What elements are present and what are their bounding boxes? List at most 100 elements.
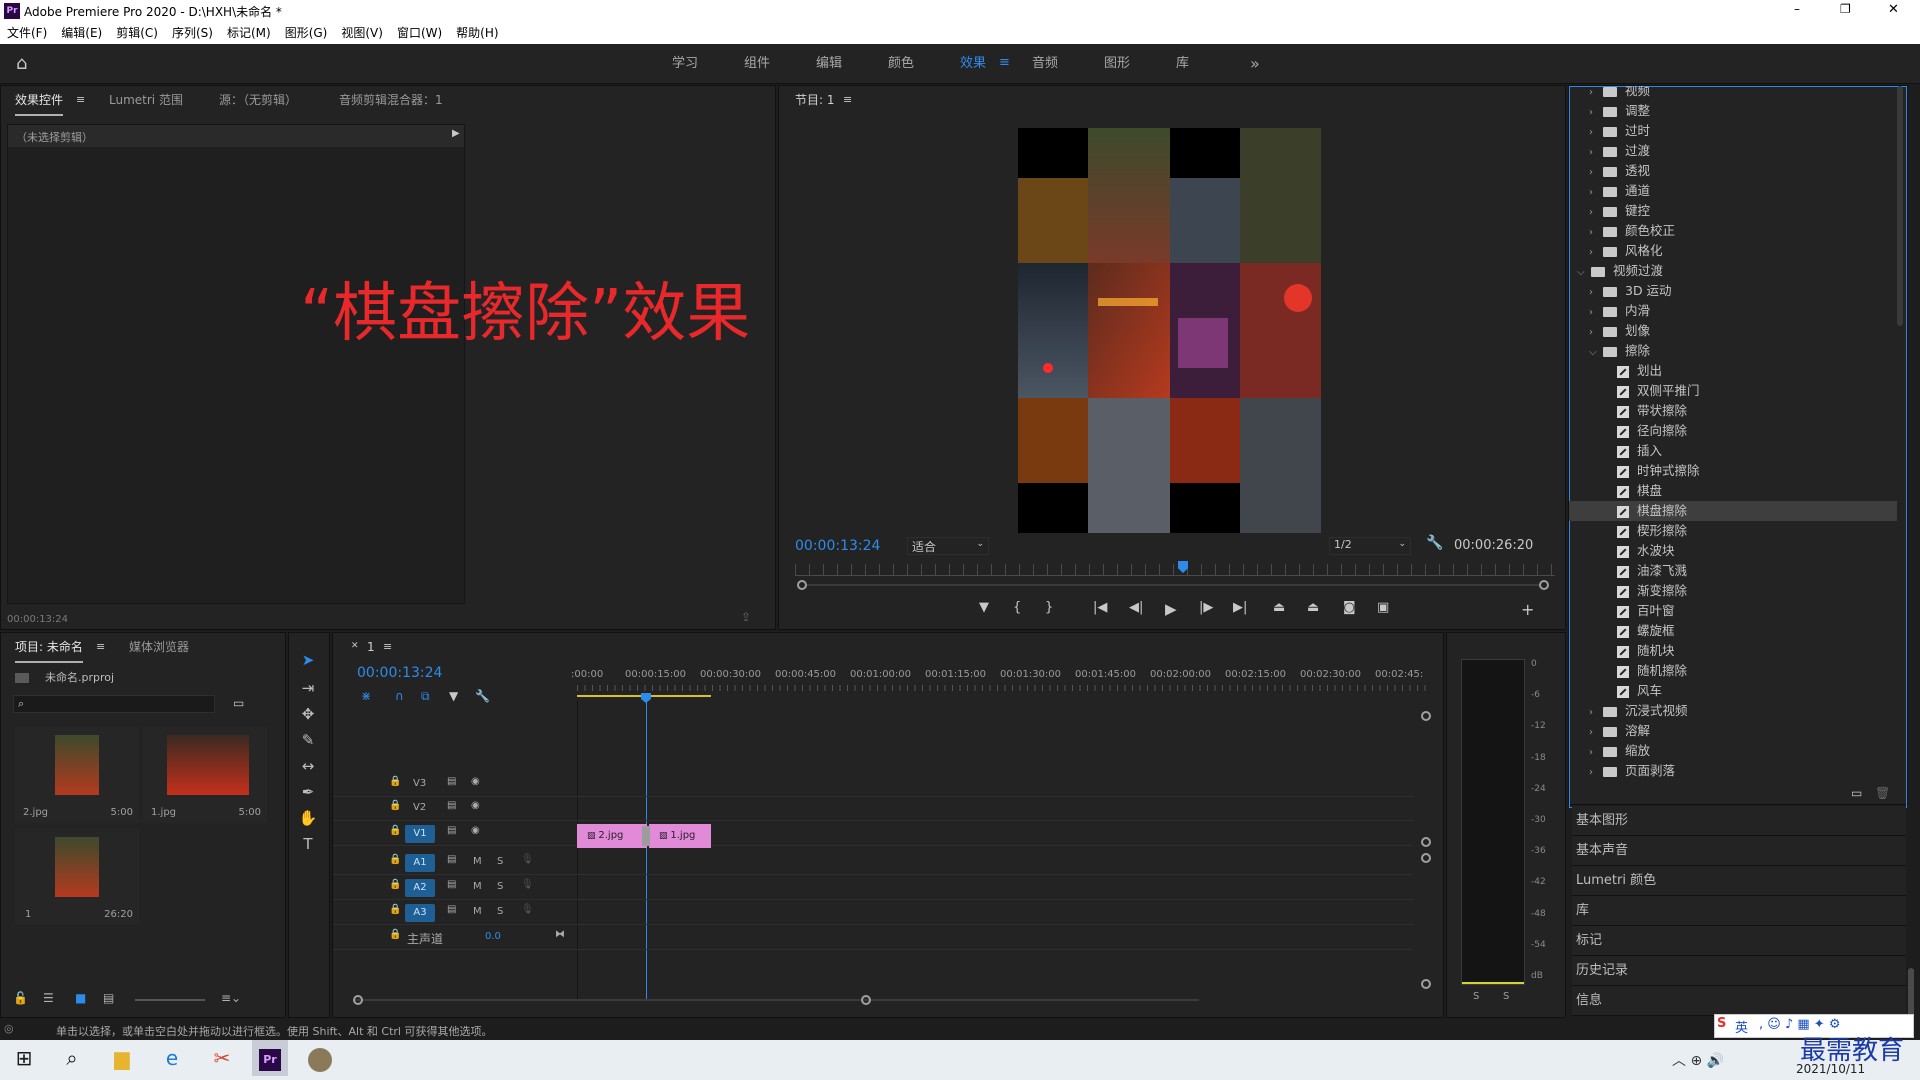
chevron-right-icon[interactable]: › (1589, 223, 1603, 243)
add-marker-icon[interactable]: ▼ (449, 689, 458, 703)
ws-more-icon[interactable]: » (1250, 44, 1260, 84)
go-to-in-icon[interactable]: |◀ (1093, 600, 1107, 615)
ws-tab-learn[interactable]: 学习 (672, 44, 698, 84)
panel-header[interactable]: 库 (1572, 896, 1906, 926)
search-icon[interactable]: ⌕ (54, 1040, 90, 1076)
tab-project[interactable]: 项目: 未命名 (15, 633, 83, 663)
hscroll-left-handle[interactable] (353, 995, 363, 1005)
sequence-menu-icon[interactable]: ≡ (383, 640, 392, 653)
new-bin-icon[interactable]: ▭ (1851, 786, 1862, 800)
chevron-right-icon[interactable]: › (1589, 723, 1603, 743)
new-bin-icon[interactable]: ▭ (233, 696, 244, 710)
solo-left-button[interactable]: S (1473, 991, 1479, 1002)
add-marker-icon[interactable]: ▼ (979, 600, 989, 615)
menu-edit[interactable]: 编辑(E) (54, 22, 109, 44)
solo-right-button[interactable]: S (1503, 991, 1509, 1002)
nest-icon[interactable]: ⋇ (361, 689, 371, 703)
tab-sequence[interactable]: 1 (367, 633, 375, 661)
effect-item[interactable]: 水波块 (1569, 541, 1897, 561)
effect-item[interactable]: 渐变擦除 (1569, 581, 1897, 601)
project-search[interactable]: ⌕ (13, 695, 215, 713)
effect-folder[interactable]: › 过时 (1569, 121, 1897, 141)
effect-folder[interactable]: › 颜色校正 (1569, 221, 1897, 241)
effect-folder[interactable]: › 风格化 (1569, 241, 1897, 261)
zoom-end-handle[interactable] (1539, 580, 1549, 590)
panel-header[interactable]: 基本图形 (1572, 806, 1906, 836)
user-app-icon[interactable] (302, 1040, 338, 1076)
mute-button[interactable]: M (473, 856, 482, 867)
zoom-slider[interactable] (135, 999, 205, 1001)
windows-start-icon[interactable]: ⊞ (6, 1040, 42, 1076)
time-ruler[interactable]: :00:00 00:00:15:00 00:00:30:00 00:00:45:… (571, 661, 1437, 701)
chevron-right-icon[interactable]: › (1589, 303, 1603, 323)
project-item-2jpg[interactable]: 2.jpg 5:00 (15, 727, 139, 823)
add-button-icon[interactable]: + (1521, 600, 1534, 619)
project-item-sequence[interactable]: 1 26:20 (15, 829, 139, 925)
premiere-taskbar-icon[interactable]: Pr (252, 1040, 288, 1076)
file-explorer-icon[interactable]: ▆ (104, 1040, 140, 1076)
effect-item[interactable]: 随机擦除 (1569, 661, 1897, 681)
icon-view-icon[interactable]: ■ (75, 991, 86, 1005)
menu-help[interactable]: 帮助(H) (449, 22, 505, 44)
chevron-right-icon[interactable]: › (1589, 143, 1603, 163)
panel-header[interactable]: 基本声音 (1572, 836, 1906, 866)
pen-tool-icon[interactable]: ✒ (296, 783, 320, 805)
effect-folder[interactable]: › 键控 (1569, 201, 1897, 221)
effect-folder[interactable]: › 视频 (1569, 86, 1897, 101)
solo-button[interactable]: S (497, 881, 503, 892)
expand-arrow-icon[interactable]: ▶ (452, 128, 460, 139)
effect-item[interactable]: 螺旋框 (1569, 621, 1897, 641)
master-volume[interactable]: 0.0 (485, 931, 501, 942)
selection-tool-icon[interactable]: ➤ (296, 651, 320, 673)
chevron-down-icon[interactable]: ⌵ (1589, 343, 1603, 363)
lock-icon[interactable]: 🔒 (389, 854, 401, 865)
clip-2jpg[interactable]: ▧ 2.jpg (577, 824, 647, 848)
snap-icon[interactable]: ∩ (395, 689, 404, 703)
lift-icon[interactable]: ⏏ (1273, 600, 1285, 615)
effect-folder[interactable]: › 划像 (1569, 321, 1897, 341)
effect-item[interactable]: 时钟式擦除 (1569, 461, 1897, 481)
mark-out-icon[interactable]: } (1045, 600, 1053, 615)
menu-clip[interactable]: 剪辑(C) (109, 22, 165, 44)
sort-icon[interactable]: ≡⌄ (221, 991, 241, 1005)
ws-tab-audio[interactable]: 音频 (1032, 44, 1058, 84)
close-sequence-icon[interactable]: ✕ (351, 641, 359, 651)
effect-folder[interactable]: ⌵ 擦除 (1569, 341, 1897, 361)
menu-window[interactable]: 窗口(W) (390, 22, 449, 44)
clock-date[interactable]: 2021/10/11 (1796, 1062, 1865, 1076)
transition-marker[interactable] (642, 826, 650, 846)
menu-graphics[interactable]: 图形(G) (278, 22, 335, 44)
sync-lock-icon[interactable]: ▤ (447, 776, 456, 787)
chevron-down-icon[interactable]: ⌵ (1577, 263, 1591, 283)
panel-header[interactable]: 历史记录 (1572, 956, 1906, 986)
program-ruler[interactable] (795, 564, 1555, 576)
effect-folder[interactable]: › 沉浸式视频 (1569, 701, 1897, 721)
effect-folder[interactable]: › 3D 运动 (1569, 281, 1897, 301)
hand-tool-icon[interactable]: ✋ (296, 809, 320, 831)
tab-program[interactable]: 节目: 1 (795, 86, 835, 114)
menu-view[interactable]: 视图(V) (334, 22, 390, 44)
panel-menu-icon[interactable]: ≡ (76, 93, 85, 106)
effect-item[interactable]: 棋盘擦除 (1569, 501, 1897, 521)
step-back-icon[interactable]: ◀| (1129, 600, 1143, 615)
ws-effects-menu-icon[interactable]: ≡ (999, 55, 1010, 70)
track-target-v1[interactable]: V1 (405, 825, 435, 843)
chevron-right-icon[interactable]: › (1589, 123, 1603, 143)
go-to-out-icon[interactable]: ▶| (1233, 600, 1247, 615)
ws-tab-editing[interactable]: 编辑 (816, 44, 842, 84)
step-forward-icon[interactable]: |▶ (1199, 600, 1213, 615)
resolution-dropdown[interactable]: 1/2 ⌄ (1329, 537, 1411, 555)
eye-icon[interactable]: ◉ (471, 800, 480, 811)
chevron-right-icon[interactable]: › (1589, 103, 1603, 123)
track-target-a2[interactable]: A2 (405, 879, 435, 897)
effect-folder[interactable]: › 通道 (1569, 181, 1897, 201)
effect-folder[interactable]: › 调整 (1569, 101, 1897, 121)
ws-tab-color[interactable]: 颜色 (888, 44, 914, 84)
chevron-right-icon[interactable]: › (1589, 323, 1603, 343)
type-tool-icon[interactable]: T (296, 835, 320, 857)
program-menu-icon[interactable]: ≡ (843, 93, 852, 106)
ws-tab-libraries[interactable]: 库 (1176, 44, 1189, 84)
mute-button[interactable]: M (473, 906, 482, 917)
track-target-a1[interactable]: A1 (405, 854, 435, 872)
wrench-icon[interactable]: 🔧 (1426, 535, 1443, 551)
